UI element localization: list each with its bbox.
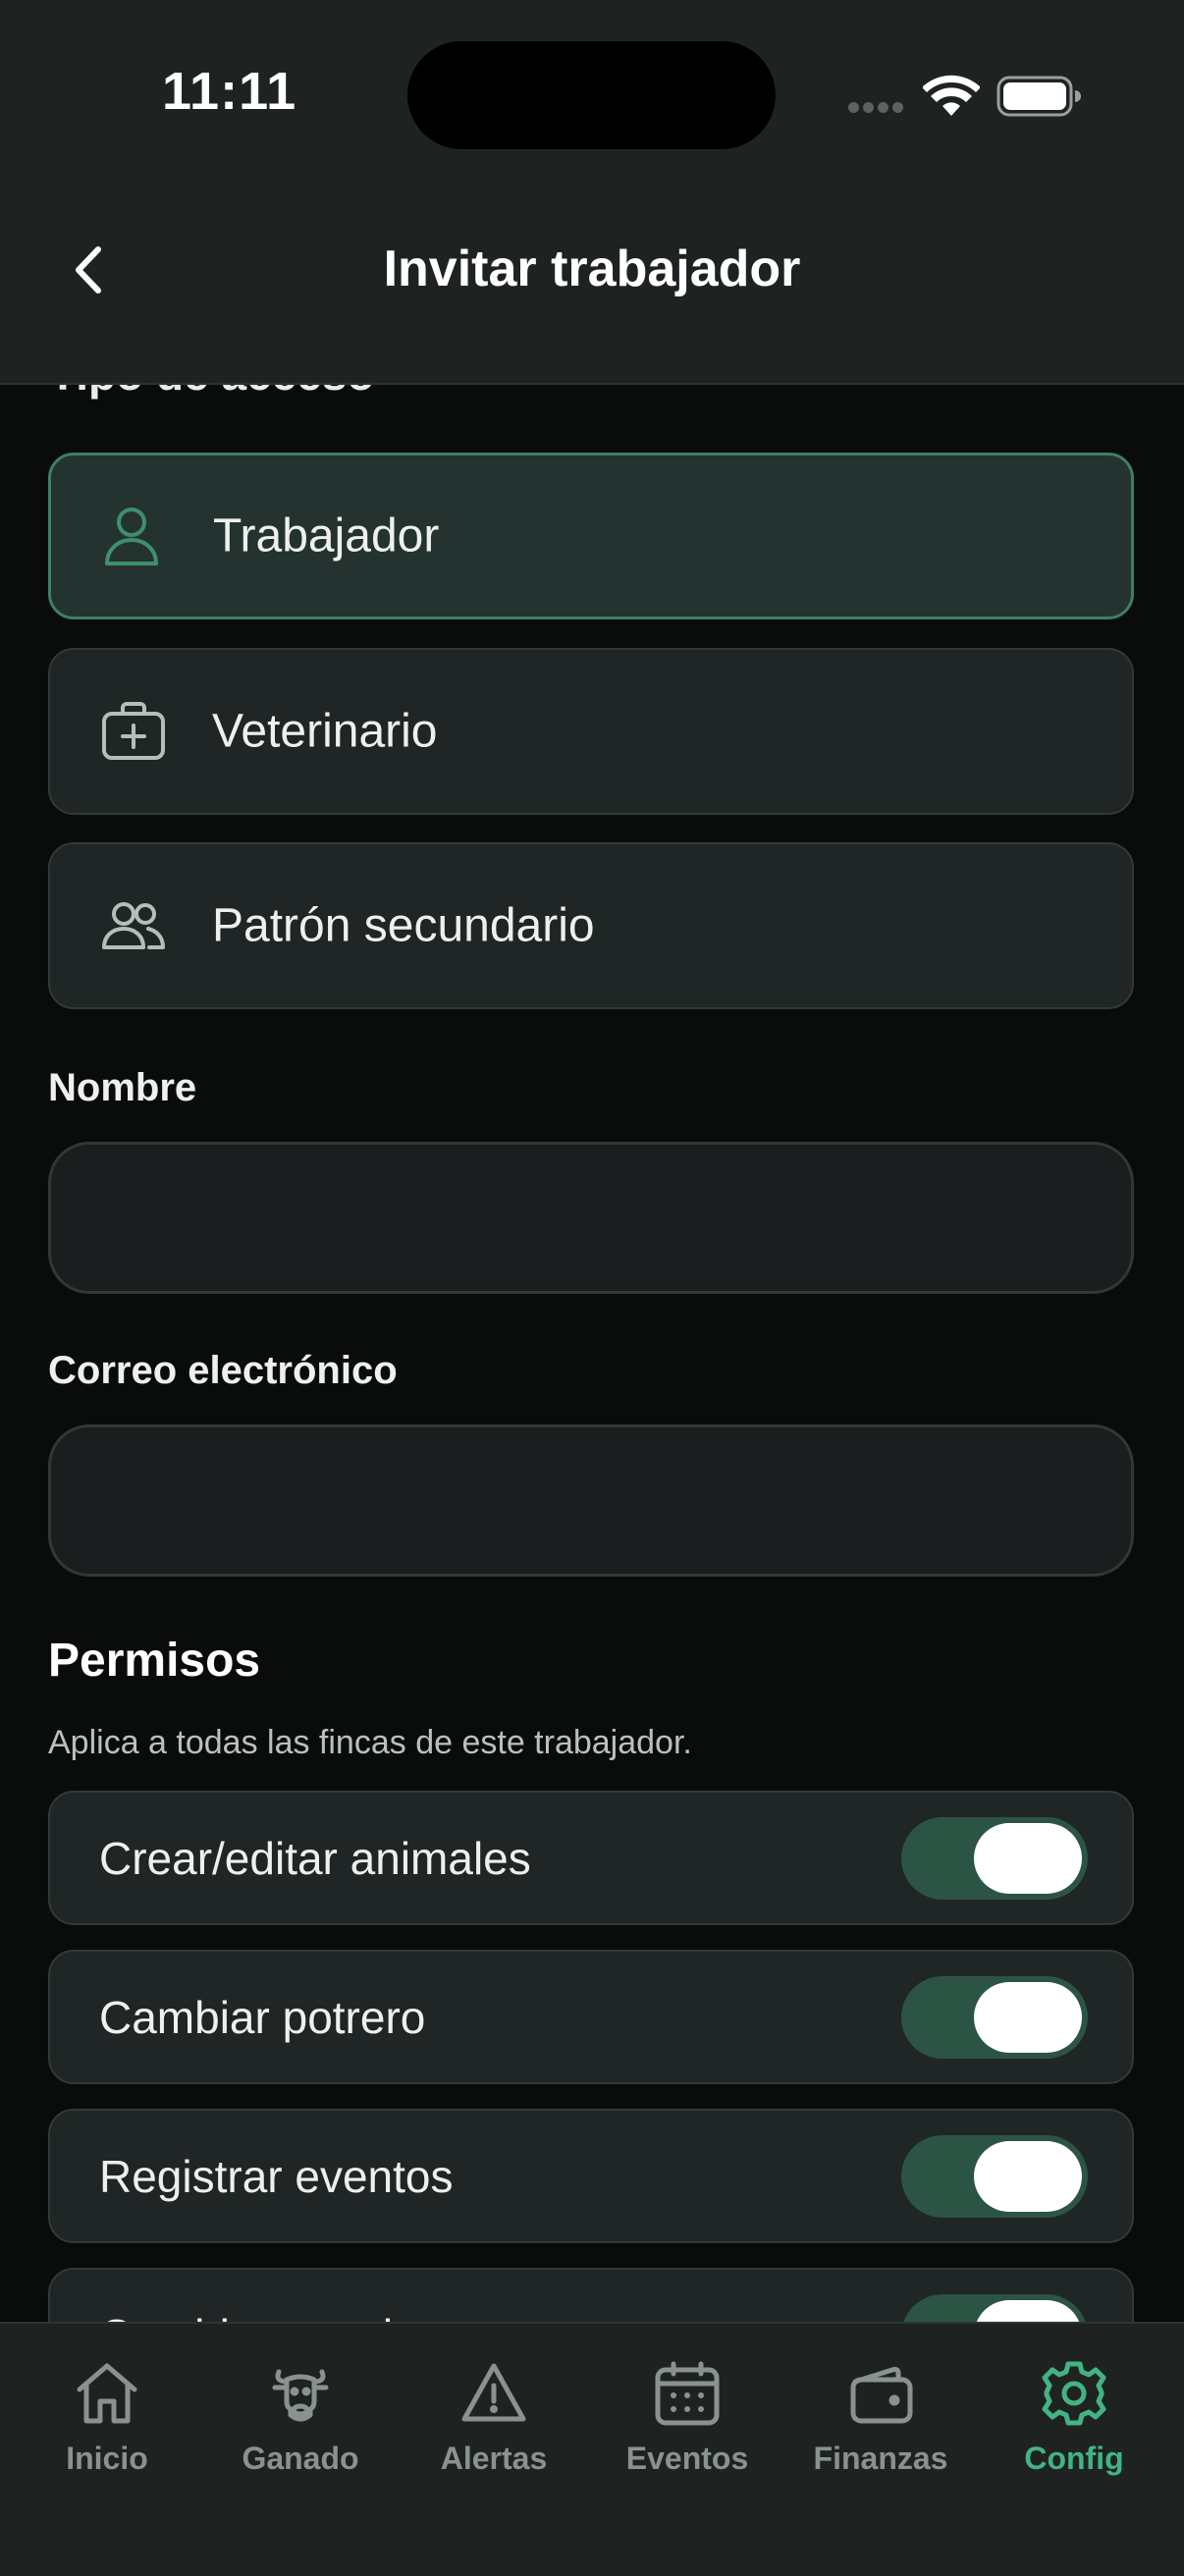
gear-icon <box>1039 2358 1109 2429</box>
permission-toggle[interactable] <box>901 1816 1088 1900</box>
email-field[interactable] <box>48 1424 1134 1577</box>
cow-icon <box>265 2358 336 2429</box>
permission-label: Crear/editar animales <box>99 1832 531 1884</box>
dynamic-island <box>407 41 776 149</box>
wifi-icon <box>923 73 980 116</box>
permission-label: Cambiar estado <box>99 2309 418 2323</box>
toggle-knob <box>974 2140 1082 2212</box>
toggle-knob <box>974 2299 1082 2322</box>
permission-toggle[interactable] <box>901 1975 1088 2059</box>
page-title: Invitar trabajador <box>383 241 801 297</box>
people-icon <box>101 901 166 950</box>
permissions-title: Permisos <box>48 1635 261 1687</box>
permissions-subtitle: Aplica a todas las fincas de este trabaj… <box>48 1724 692 1761</box>
home-icon <box>72 2358 142 2429</box>
warning-icon <box>458 2358 529 2429</box>
tab-label: Ganado <box>242 2441 359 2476</box>
tab-finanzas[interactable]: Finanzas <box>787 2358 974 2477</box>
tab-config[interactable]: Config <box>981 2358 1167 2477</box>
permission-row-registrar-eventos: Registrar eventos <box>48 2109 1134 2243</box>
email-field-label: Correo electrónico <box>48 1349 398 1392</box>
role-option-trabajador[interactable]: Trabajador <box>48 453 1134 619</box>
tab-bar: Inicio Ganado Alertas Eventos Finanzas C… <box>0 2322 1184 2576</box>
permission-toggle[interactable] <box>901 2293 1088 2322</box>
tab-ganado[interactable]: Ganado <box>207 2358 394 2477</box>
name-field[interactable] <box>48 1142 1134 1294</box>
tab-inicio[interactable]: Inicio <box>14 2358 200 2477</box>
calendar-icon <box>652 2358 723 2429</box>
tab-alertas[interactable]: Alertas <box>401 2358 587 2477</box>
role-option-veterinario[interactable]: Veterinario <box>48 648 1134 815</box>
permission-row-cambiar-estado: Cambiar estado <box>48 2268 1134 2322</box>
toggle-knob <box>974 1822 1082 1894</box>
role-option-patron-secundario[interactable]: Patrón secundario <box>48 842 1134 1009</box>
medical-kit-icon <box>101 702 166 761</box>
status-time: 11:11 <box>162 62 297 121</box>
role-label: Veterinario <box>212 705 438 758</box>
role-label: Trabajador <box>213 510 440 563</box>
permission-row-cambiar-potrero: Cambiar potrero <box>48 1950 1134 2084</box>
tab-label: Inicio <box>66 2441 148 2476</box>
permission-toggle[interactable] <box>901 2134 1088 2218</box>
tab-label: Config <box>1024 2441 1124 2476</box>
permission-label: Cambiar potrero <box>99 1991 426 2043</box>
tab-label: Eventos <box>625 2441 749 2476</box>
role-label: Patrón secundario <box>212 899 595 952</box>
battery-icon <box>996 76 1081 117</box>
person-icon <box>102 505 161 567</box>
permission-label: Registrar eventos <box>99 2150 454 2202</box>
tab-label: Alertas <box>440 2441 548 2476</box>
navigation-header: 11:11 Invitar trabajador <box>0 0 1184 385</box>
permission-row-crear-editar-animales: Crear/editar animales <box>48 1791 1134 1925</box>
toggle-knob <box>974 1981 1082 2053</box>
wallet-icon <box>845 2358 916 2429</box>
tab-label: Finanzas <box>813 2441 948 2476</box>
name-field-label: Nombre <box>48 1066 197 1109</box>
tab-eventos[interactable]: Eventos <box>594 2358 780 2477</box>
